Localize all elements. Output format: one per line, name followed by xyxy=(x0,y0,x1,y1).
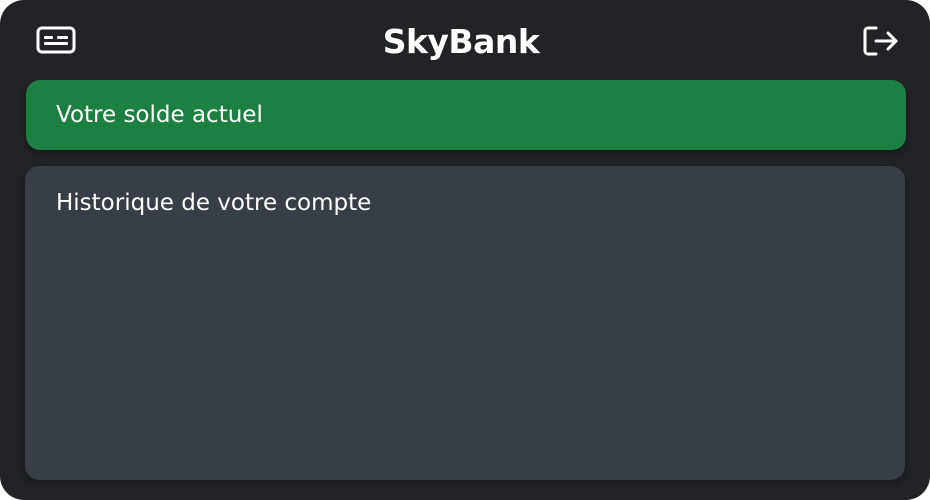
app-title: SkyBank xyxy=(382,22,540,61)
app-window: SkyBank Votre solde actuel Historique de… xyxy=(0,0,930,500)
app-header: SkyBank xyxy=(0,0,930,82)
history-panel: Historique de votre compte xyxy=(25,166,905,480)
balance-card[interactable]: Votre solde actuel xyxy=(26,80,906,150)
logout-icon[interactable] xyxy=(862,25,900,57)
history-label: Historique de votre compte xyxy=(56,190,372,216)
balance-label: Votre solde actuel xyxy=(56,102,263,128)
